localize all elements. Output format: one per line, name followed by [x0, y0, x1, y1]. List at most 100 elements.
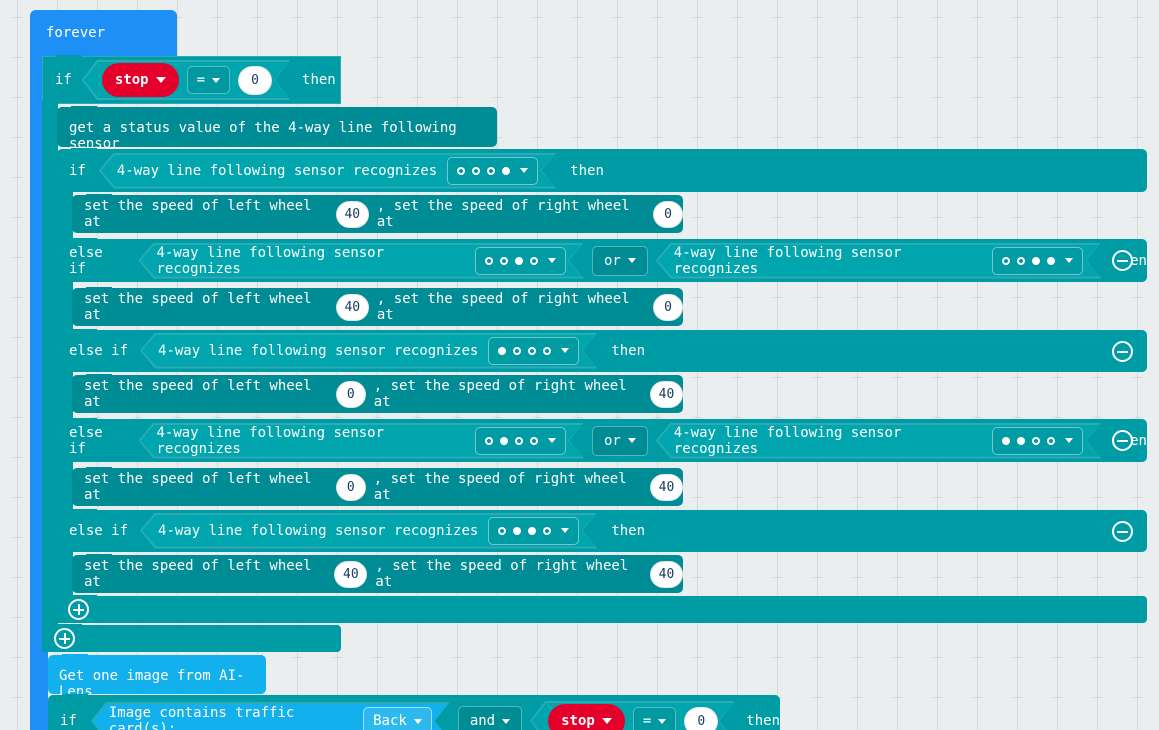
sensor-dot-on [1047, 257, 1055, 265]
chevron-down-icon [502, 718, 511, 724]
sensor-condition-3-0[interactable]: 4-way line following sensor recognizes [140, 425, 581, 457]
right-speed-field-2[interactable]: 40 [649, 380, 683, 408]
branch-if-header-0[interactable]: if 4-way line following sensor recognize… [57, 148, 1147, 192]
logic-joiner-dropdown-1[interactable]: or [591, 245, 648, 276]
sensor-dot-on [513, 527, 521, 535]
branch-if-header-2[interactable]: else if 4-way line following sensor reco… [57, 329, 1147, 372]
sensor-dot-off [530, 257, 538, 265]
sensor-condition-2-0[interactable]: 4-way line following sensor recognizes [142, 335, 595, 367]
branch-if-header-3[interactable]: else if 4-way line following sensor reco… [57, 418, 1147, 462]
traffic-variable-stop-dropdown[interactable]: stop [548, 704, 625, 730]
sensor-dot-on [1017, 437, 1025, 445]
branch-then-2: then [611, 342, 646, 359]
set-speed-block-4[interactable]: set the speed of left wheel at 40 , set … [72, 554, 683, 593]
compare-value-field[interactable]: 0 [238, 66, 272, 95]
branch-if-header-4[interactable]: else if 4-way line following sensor reco… [57, 509, 1147, 552]
branch-keyword-1: else if [69, 244, 103, 277]
sensor-condition-4-0[interactable]: 4-way line following sensor recognizes [142, 515, 595, 547]
forever-block[interactable]: forever [30, 10, 177, 58]
chevron-down-icon [658, 719, 666, 724]
left-speed-field-0[interactable]: 40 [335, 200, 369, 228]
traffic-card-text: Image contains traffic card(s): [108, 705, 295, 730]
add-branch-button-inner[interactable] [68, 599, 89, 620]
sensor-dot-on [1002, 437, 1010, 445]
then-keyword: then [302, 72, 336, 88]
sensor-dot-off [513, 347, 521, 355]
if-traffic-block[interactable]: if Image contains traffic card(s): Back … [48, 694, 780, 730]
sensor-pattern-dropdown-3-1[interactable] [992, 427, 1083, 455]
variable-stop-label: stop [114, 72, 149, 88]
get-status-block[interactable]: get a status value of the 4-way line fol… [57, 106, 497, 152]
ai-lens-block[interactable]: Get one image from AI-Lens [48, 654, 266, 700]
branch-body-spine-1 [57, 278, 73, 332]
branch-if-header-1[interactable]: else if 4-way line following sensor reco… [57, 238, 1147, 282]
sensor-condition-text-4-0: 4-way line following sensor recognizes [158, 522, 479, 539]
logic-joiner-label-3: or [603, 432, 621, 449]
set-speed-block-3[interactable]: set the speed of left wheel at 0 , set t… [72, 467, 683, 506]
sensor-pattern-dropdown-1-1[interactable] [992, 247, 1083, 275]
chevron-down-icon [520, 168, 528, 173]
sensor-pattern-dropdown-0-0[interactable] [447, 157, 538, 185]
sensor-dot-off [530, 437, 538, 445]
operator-dropdown[interactable]: = [187, 66, 230, 94]
branch-keyword-0: if [69, 162, 86, 179]
sensor-dot-on [498, 347, 506, 355]
add-branch-button-outer[interactable] [54, 628, 75, 649]
sensor-dot-off [515, 437, 523, 445]
traffic-card-dropdown[interactable]: Back [363, 707, 432, 730]
set-speed-mid-text-4: , set the speed of right wheel at [375, 558, 629, 590]
traffic-variable-stop-label: stop [561, 713, 595, 729]
logic-joiner-label-1: or [603, 252, 621, 269]
sensor-condition-0-0[interactable]: 4-way line following sensor recognizes [101, 155, 554, 187]
chevron-down-icon [627, 258, 636, 263]
traffic-logic-joiner[interactable]: and [457, 706, 523, 730]
sensor-pattern-dropdown-3-0[interactable] [475, 427, 566, 455]
set-speed-left-text-3: set the speed of left wheel at [84, 471, 312, 503]
inner-if-footer-bar[interactable] [57, 595, 1147, 623]
remove-branch-button-3[interactable] [1112, 430, 1133, 451]
logic-joiner-dropdown-3[interactable]: or [591, 425, 648, 456]
sensor-condition-text-1-1: 4-way line following sensor recognizes [673, 244, 902, 277]
right-speed-field-3[interactable]: 40 [649, 473, 683, 501]
left-speed-field-2[interactable]: 0 [335, 380, 366, 408]
left-speed-field-1[interactable]: 40 [335, 293, 369, 321]
sensor-pattern-dropdown-1-0[interactable] [475, 247, 566, 275]
chevron-down-icon [561, 528, 569, 533]
remove-branch-button-1[interactable] [1112, 250, 1133, 271]
if-stop-spine [42, 100, 58, 645]
traffic-stop-condition[interactable]: stop = 0 [532, 703, 732, 730]
left-speed-field-4[interactable]: 40 [334, 560, 368, 588]
set-speed-block-1[interactable]: set the speed of left wheel at 40 , set … [72, 287, 683, 326]
right-speed-field-4[interactable]: 40 [649, 560, 683, 588]
remove-branch-button-2[interactable] [1112, 341, 1133, 362]
sensor-dot-off [485, 437, 493, 445]
blockly-workspace[interactable]: forever if stop = 0 then get a status va… [0, 0, 1159, 730]
set-speed-mid-text-2: , set the speed of right wheel at [373, 378, 627, 410]
remove-branch-button-4[interactable] [1112, 521, 1133, 542]
traffic-compare-value-field[interactable]: 0 [684, 707, 718, 730]
branch-keyword-2: else if [69, 342, 129, 359]
traffic-operator-dropdown[interactable]: = [633, 707, 676, 730]
condition-stop-equals[interactable]: stop = 0 [84, 62, 288, 98]
sensor-dot-off [543, 347, 551, 355]
sensor-condition-1-0[interactable]: 4-way line following sensor recognizes [140, 245, 581, 277]
sensor-dot-on [515, 257, 523, 265]
sensor-condition-1-1[interactable]: 4-way line following sensor recognizes [658, 245, 1099, 277]
sensor-pattern-dropdown-4-0[interactable] [488, 517, 579, 545]
sensor-condition-text-3-0: 4-way line following sensor recognizes [156, 424, 385, 457]
outer-if-footer-bar[interactable] [42, 624, 341, 652]
right-speed-field-0[interactable]: 0 [653, 200, 683, 228]
sensor-pattern-dropdown-2-0[interactable] [488, 337, 579, 365]
set-speed-block-2[interactable]: set the speed of left wheel at 0 , set t… [72, 374, 683, 413]
sensor-condition-3-1[interactable]: 4-way line following sensor recognizes [658, 425, 1099, 457]
sensor-dot-off [1002, 257, 1010, 265]
if-stop-block[interactable]: if stop = 0 then [42, 55, 341, 104]
set-speed-block-0[interactable]: set the speed of left wheel at 40 , set … [72, 194, 683, 233]
right-speed-field-1[interactable]: 0 [653, 293, 683, 321]
branch-keyword-4: else if [69, 522, 129, 539]
traffic-card-condition[interactable]: Image contains traffic card(s): Back [93, 704, 448, 730]
left-speed-field-3[interactable]: 0 [335, 473, 366, 501]
sensor-dot-off [1032, 437, 1040, 445]
chevron-down-icon [1065, 258, 1073, 263]
variable-stop-dropdown[interactable]: stop [102, 63, 179, 97]
